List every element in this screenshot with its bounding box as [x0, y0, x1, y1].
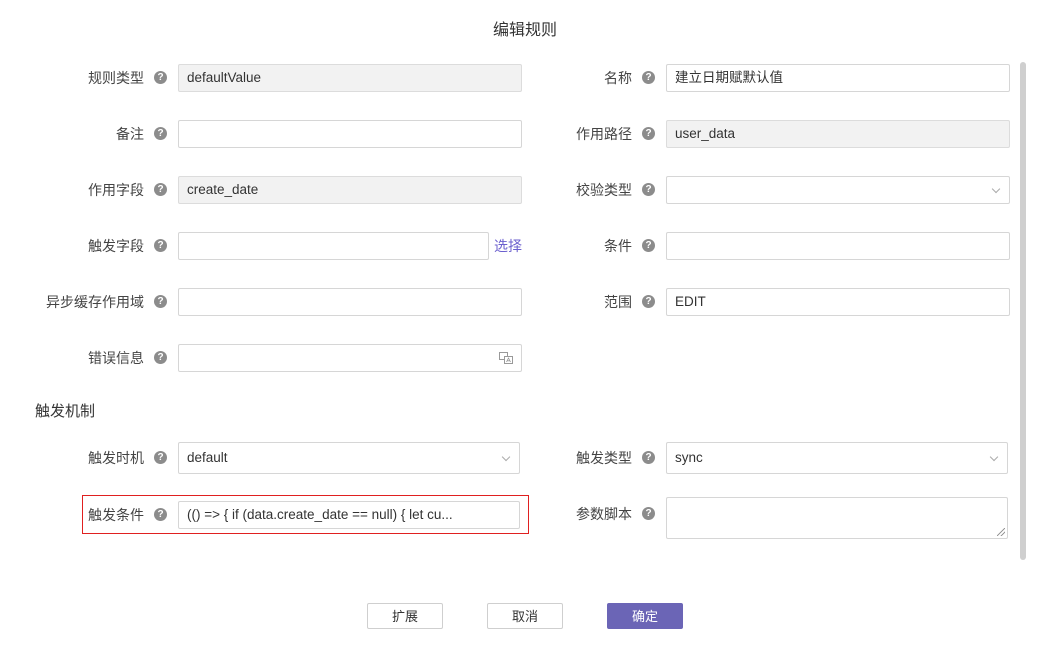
remark-label: 备注 [116, 126, 144, 142]
trigger-type-help-icon[interactable]: ? [642, 451, 655, 464]
check-type-select[interactable] [666, 176, 1010, 204]
chevron-down-icon [989, 452, 999, 462]
scope-input[interactable]: EDIT [666, 288, 1010, 316]
trigger-timing-help-icon[interactable]: ? [154, 451, 167, 464]
async-cache-label: 异步缓存作用域 [46, 294, 144, 310]
chevron-down-icon [501, 452, 511, 462]
name-row: 名称 ? 建立日期赋默认值 [530, 64, 1020, 92]
param-script-help-icon[interactable]: ? [642, 507, 655, 520]
trigger-field-select-link[interactable]: 选择 [494, 232, 522, 260]
check-type-label: 校验类型 [576, 182, 632, 198]
condition-input[interactable] [666, 232, 1010, 260]
path-row: 作用路径 ? user_data [530, 120, 1020, 148]
remark-help-icon[interactable]: ? [154, 127, 167, 140]
trigger-field-label: 触发字段 [88, 238, 144, 254]
expand-button[interactable]: 扩展 [367, 603, 443, 629]
name-label: 名称 [604, 70, 632, 86]
cancel-button[interactable]: 取消 [487, 603, 563, 629]
confirm-button[interactable]: 确定 [607, 603, 683, 629]
trigger-condition-row: 触发条件 ? (() => { if (data.create_date == … [0, 501, 530, 529]
trigger-condition-help-icon[interactable]: ? [154, 508, 167, 521]
dialog-title: 编辑规则 [492, 22, 557, 39]
error-msg-row: 错误信息 ? [0, 344, 530, 372]
field-row: 作用字段 ? create_date [0, 176, 530, 204]
field-input: create_date [178, 176, 522, 204]
param-script-textarea[interactable] [666, 497, 1008, 539]
error-msg-input[interactable] [178, 344, 522, 372]
name-help-icon[interactable]: ? [642, 71, 655, 84]
field-label: 作用字段 [88, 182, 144, 198]
trigger-condition-label: 触发条件 [88, 507, 144, 523]
condition-help-icon[interactable]: ? [642, 239, 655, 252]
scope-help-icon[interactable]: ? [642, 295, 655, 308]
rule-type-row: 规则类型 ? defaultValue [0, 64, 530, 92]
chevron-down-icon [991, 184, 1001, 194]
scrollbar[interactable] [1020, 62, 1026, 560]
rule-type-label: 规则类型 [88, 70, 144, 86]
async-cache-help-icon[interactable]: ? [154, 295, 167, 308]
async-cache-row: 异步缓存作用域 ? [0, 288, 530, 316]
error-msg-label: 错误信息 [88, 350, 144, 366]
async-cache-input[interactable] [178, 288, 522, 316]
check-type-help-icon[interactable]: ? [642, 183, 655, 196]
error-msg-help-icon[interactable]: ? [154, 351, 167, 364]
condition-label: 条件 [604, 238, 632, 254]
resize-grip-icon[interactable] [997, 528, 1005, 536]
path-input: user_data [666, 120, 1010, 148]
trigger-type-label: 触发类型 [576, 450, 632, 466]
rule-type-input: defaultValue [178, 64, 522, 92]
trigger-timing-value: default [187, 450, 228, 465]
path-label: 作用路径 [576, 126, 632, 142]
path-help-icon[interactable]: ? [642, 127, 655, 140]
trigger-type-row: 触发类型 ? sync [530, 442, 1020, 474]
translate-icon[interactable] [499, 352, 513, 364]
trigger-timing-row: 触发时机 ? default [0, 442, 530, 474]
condition-row: 条件 ? [530, 232, 1020, 260]
check-type-row: 校验类型 ? [530, 176, 1020, 204]
trigger-condition-input[interactable]: (() => { if (data.create_date == null) {… [178, 501, 520, 529]
remark-input[interactable] [178, 120, 522, 148]
trigger-timing-label: 触发时机 [88, 450, 144, 466]
trigger-field-input[interactable] [178, 232, 489, 260]
trigger-section-heading: 触发机制 [35, 403, 96, 420]
trigger-field-row: 触发字段 ? 选择 [0, 232, 530, 260]
rule-type-help-icon[interactable]: ? [154, 71, 167, 84]
name-input[interactable]: 建立日期赋默认值 [666, 64, 1010, 92]
remark-row: 备注 ? [0, 120, 530, 148]
scope-row: 范围 ? EDIT [530, 288, 1020, 316]
field-help-icon[interactable]: ? [154, 183, 167, 196]
param-script-label: 参数脚本 [576, 506, 632, 522]
trigger-field-help-icon[interactable]: ? [154, 239, 167, 252]
trigger-timing-select[interactable]: default [178, 442, 520, 474]
trigger-type-select[interactable]: sync [666, 442, 1008, 474]
scope-label: 范围 [604, 294, 632, 310]
trigger-type-value: sync [675, 450, 703, 465]
